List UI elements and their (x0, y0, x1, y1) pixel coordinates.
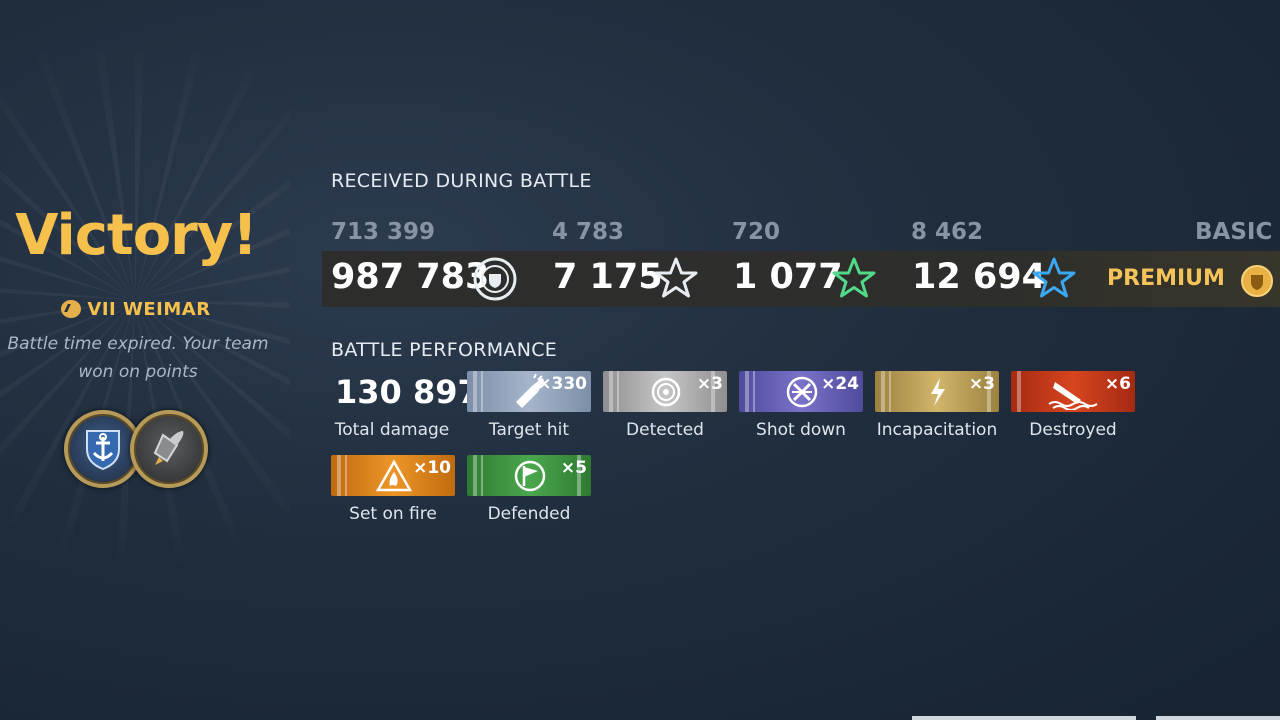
ribbon-incapacitation[interactable]: ×3 (875, 371, 999, 412)
ribbon-count: ×3 (968, 374, 995, 394)
performance-section-title: BATTLE PERFORMANCE (331, 339, 558, 361)
basic-commander-xp: 720 (732, 219, 781, 245)
commander-xp-star-icon (832, 257, 876, 298)
defended-flag-icon (514, 460, 546, 492)
ribbon-destroyed[interactable]: ×6 (1011, 371, 1135, 412)
shot-down-icon (786, 376, 818, 408)
premium-free-xp: 12 694 (912, 257, 1046, 297)
ribbon-detected[interactable]: ×3 (603, 371, 727, 412)
ribbon-label: Defended (487, 504, 571, 524)
premium-credits: 987 783 (331, 257, 490, 297)
fire-icon (376, 459, 412, 492)
premium-account-icon (1241, 265, 1273, 297)
credits-icon (473, 257, 517, 301)
shell-icon[interactable] (130, 410, 208, 488)
achievements (62, 410, 212, 494)
ribbon-defended[interactable]: ×5 (467, 455, 591, 496)
basic-free-xp: 8 462 (911, 219, 984, 245)
detected-icon (651, 377, 681, 407)
ribbon-count: ×24 (821, 374, 859, 394)
ribbon-count: ×330 (537, 374, 587, 394)
ship-name-text: VII WEIMAR (87, 299, 211, 320)
ribbon-label: Target hit (488, 420, 570, 440)
result-reason: Battle time expired. Your team won on po… (7, 334, 269, 382)
premium-label: PREMIUM (1107, 266, 1225, 291)
premium-commander-xp: 1 077 (733, 257, 843, 297)
premium-xp: 7 175 (553, 257, 663, 297)
ribbon-count: ×3 (696, 374, 723, 394)
base-xp-star-icon (654, 257, 698, 298)
ribbon-label: Incapacitation (876, 420, 998, 440)
ribbon-count: ×6 (1104, 374, 1131, 394)
ship-class-icon (61, 300, 82, 318)
ribbon-label: Detected (626, 420, 704, 440)
ribbon-label: Destroyed (1029, 420, 1117, 440)
ship-name: VII WEIMAR (0, 299, 272, 320)
total-damage-label: Total damage (334, 420, 450, 440)
total-damage-value: 130 897 (335, 373, 480, 411)
lightning-icon (931, 378, 945, 406)
basic-credits: 713 399 (331, 219, 436, 245)
ribbon-target-hit[interactable]: ×330 (467, 371, 591, 412)
free-xp-star-icon (1032, 257, 1076, 298)
basic-label: BASIC (1195, 219, 1273, 245)
bottom-button[interactable] (1156, 716, 1280, 720)
ribbon-count: ×10 (413, 458, 451, 478)
ribbon-count: ×5 (560, 458, 587, 478)
ribbon-label: Shot down (756, 420, 846, 440)
ribbon-label: Set on fire (349, 504, 437, 524)
received-section-title: RECEIVED DURING BATTLE (331, 170, 592, 192)
result-title: Victory! (15, 203, 258, 268)
ribbon-shot-down[interactable]: ×24 (739, 371, 863, 412)
sinking-ship-icon (1048, 382, 1098, 410)
basic-xp: 4 783 (552, 219, 625, 245)
ribbon-set-on-fire[interactable]: ×10 (331, 455, 455, 496)
bottom-button[interactable] (912, 716, 1136, 720)
